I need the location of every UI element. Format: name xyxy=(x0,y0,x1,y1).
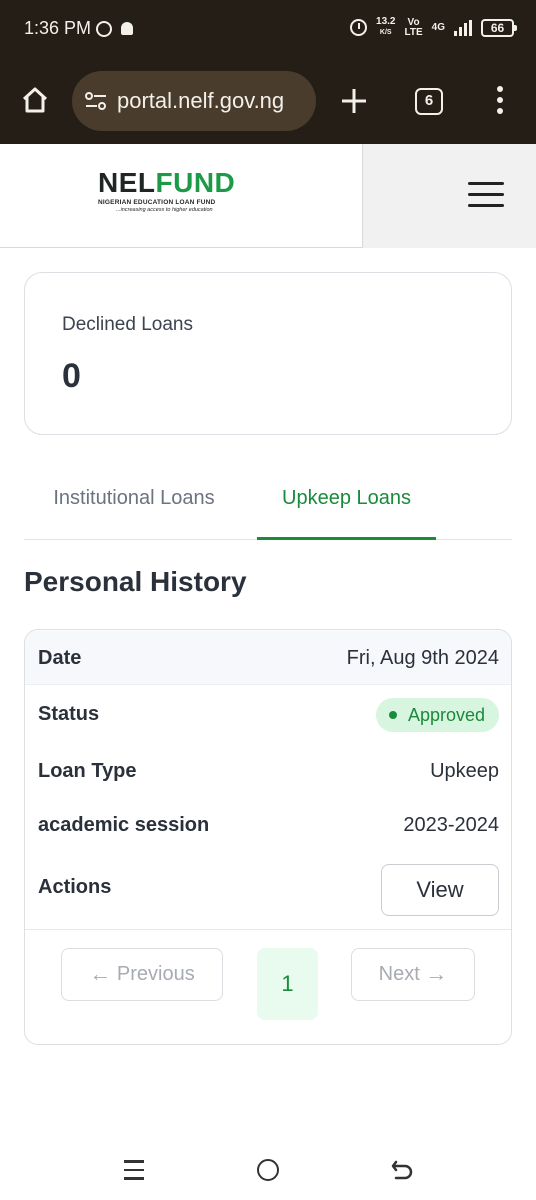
plus-icon[interactable] xyxy=(340,87,368,115)
status-dot-icon xyxy=(388,711,397,719)
status-badge: Approved xyxy=(375,698,499,732)
arrow-right-icon: → xyxy=(425,961,448,986)
academic-session-value: 2023-2024 xyxy=(403,814,499,836)
status-row: Status Approved xyxy=(25,687,511,741)
page-number[interactable]: 1 xyxy=(257,948,318,1020)
net-speed: 13.2 K/S xyxy=(376,16,396,37)
loan-type-label: Loan Type xyxy=(38,760,137,782)
signal-icon xyxy=(454,19,472,36)
loan-type-row: Loan Type Upkeep xyxy=(25,744,511,798)
actions-label: Actions xyxy=(38,876,112,898)
home-icon[interactable] xyxy=(20,85,50,115)
whatsapp-icon xyxy=(96,21,112,37)
android-icon xyxy=(121,22,133,35)
back-icon[interactable] xyxy=(390,1158,414,1182)
hamburger-icon[interactable] xyxy=(468,182,504,208)
url-text: portal.nelf.gov.ng xyxy=(117,88,285,113)
menu-toggle[interactable] xyxy=(362,144,536,248)
tabs-icon[interactable]: 6 xyxy=(415,88,443,115)
date-value: Fri, Aug 9th 2024 xyxy=(346,647,499,669)
loan-type-value: Upkeep xyxy=(430,760,499,782)
browser-toolbar: portal.nelf.gov.ng 6 xyxy=(0,60,536,144)
date-label: Date xyxy=(38,647,82,669)
tab-upkeep-loans[interactable]: Upkeep Loans xyxy=(257,466,436,540)
declined-loans-label: Declined Loans xyxy=(62,314,193,335)
alarm-icon xyxy=(350,19,368,36)
view-button[interactable]: View xyxy=(381,864,499,916)
nelfund-logo[interactable]: NELFUND NIGERIAN EDUCATION LOAN FUND ...… xyxy=(98,168,248,224)
academic-session-row: academic session 2023-2024 xyxy=(25,798,511,852)
section-title: Personal History xyxy=(24,566,247,597)
declined-loans-count: 0 xyxy=(62,357,81,395)
previous-button[interactable]: ← Previous xyxy=(61,948,223,1001)
pagination: ← Previous 1 Next → xyxy=(25,930,511,1044)
volte-indicator: Vo LTE xyxy=(404,16,423,38)
status-right-group: 13.2 K/S Vo LTE 4G 66 xyxy=(350,16,517,38)
arrow-left-icon: ← xyxy=(89,961,112,986)
system-nav-bar xyxy=(0,1140,536,1200)
declined-loans-card: Declined Loans 0 xyxy=(24,272,512,435)
loan-history-card: Date Fri, Aug 9th 2024 Status Approved L… xyxy=(24,629,512,1045)
network-type: 4G xyxy=(431,21,445,33)
next-button[interactable]: Next → xyxy=(351,948,475,1001)
actions-row: Actions View xyxy=(25,860,511,922)
recents-icon[interactable] xyxy=(124,1160,144,1180)
logo-tagline: ...increasing access to higher education xyxy=(116,207,213,213)
status-time: 1:36 PM xyxy=(24,18,92,38)
status-label: Status xyxy=(38,703,100,725)
nav-home-icon[interactable] xyxy=(257,1159,279,1181)
battery-icon: 66 xyxy=(481,18,517,37)
logo-subtitle: NIGERIAN EDUCATION LOAN FUND xyxy=(98,199,216,206)
address-bar[interactable]: portal.nelf.gov.ng xyxy=(72,71,316,131)
date-row: Date Fri, Aug 9th 2024 xyxy=(25,631,511,685)
tab-institutional-loans[interactable]: Institutional Loans xyxy=(24,466,244,540)
menu-dots-icon[interactable] xyxy=(496,86,504,118)
tune-icon[interactable] xyxy=(84,91,108,111)
academic-session-label: academic session xyxy=(38,814,210,836)
status-bar: 1:36 PM 13.2 K/S Vo LTE 4G 66 xyxy=(0,0,536,60)
site-header: NELFUND NIGERIAN EDUCATION LOAN FUND ...… xyxy=(0,144,536,248)
loan-tabs: Institutional Loans Upkeep Loans xyxy=(24,466,512,540)
